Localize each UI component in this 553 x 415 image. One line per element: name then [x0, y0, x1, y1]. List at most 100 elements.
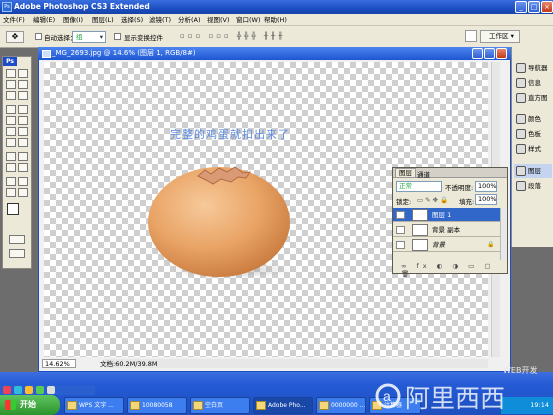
healing-brush-icon[interactable] — [6, 105, 16, 114]
auto-select-dropdown[interactable]: 组 ▾ — [72, 31, 106, 43]
quick-launch-icon[interactable] — [36, 386, 44, 394]
dodge-tool-icon[interactable] — [18, 138, 28, 147]
auto-select-checkbox[interactable] — [35, 33, 42, 40]
task-label: 空白页 — [205, 402, 224, 409]
opacity-input[interactable]: 100% — [475, 181, 497, 192]
doc-maximize-button[interactable] — [484, 48, 495, 59]
minimize-button[interactable]: _ — [515, 1, 527, 13]
app-logo-icon: Ps — [2, 2, 12, 12]
menu-analysis[interactable]: 分析(A) — [178, 14, 201, 26]
clone-stamp-icon[interactable] — [6, 116, 16, 125]
zoom-level[interactable]: 14.62% — [42, 359, 76, 368]
type-tool-icon[interactable] — [18, 152, 28, 161]
dock-histogram[interactable]: 直方图 — [514, 91, 552, 105]
quick-launch-icon[interactable] — [47, 386, 55, 394]
dock-swatches[interactable]: 色板 — [514, 127, 552, 141]
align-buttons-group[interactable]: ▫▫▫ ▫▫▫ ╬╬╬ ╫╫╫ — [180, 32, 330, 42]
lasso-tool-icon[interactable] — [6, 80, 16, 89]
blend-mode-select[interactable]: 正常 — [396, 181, 442, 192]
chevron-down-icon: ▾ — [99, 33, 103, 41]
history-brush-icon[interactable] — [18, 116, 28, 125]
windows-logo-icon — [5, 400, 16, 410]
task-wps[interactable]: WPS 文字 ... — [64, 397, 124, 414]
menu-edit[interactable]: 编辑(E) — [33, 14, 55, 26]
show-transform-checkbox[interactable] — [114, 33, 121, 40]
dock-styles-label: 样式 — [528, 145, 541, 153]
marquee-tool-icon[interactable] — [6, 69, 16, 78]
watermark-tag: WEB开发 — [503, 365, 537, 375]
menu-select[interactable]: 选择(S) — [121, 14, 143, 26]
eraser-tool-icon[interactable] — [6, 127, 16, 136]
quick-launch-icon[interactable] — [14, 386, 22, 394]
gradient-tool-icon[interactable] — [18, 127, 28, 136]
layer-row-layer1[interactable]: 图层 1 — [393, 208, 500, 222]
menu-view[interactable]: 视图(V) — [207, 14, 230, 26]
info-icon — [516, 78, 526, 88]
menu-layer[interactable]: 图层(L) — [92, 14, 114, 26]
start-button[interactable]: 开始 — [0, 395, 60, 415]
photoshop-icon — [256, 401, 266, 410]
zoom-tool-icon[interactable] — [18, 188, 28, 197]
task-photoshop[interactable]: Adobe Pho... — [253, 397, 313, 414]
layer-row-background[interactable]: 背景 🔒 — [393, 238, 500, 252]
pen-tool-icon[interactable] — [6, 163, 16, 172]
quick-mask-icon[interactable] — [9, 235, 25, 244]
dock-navigator[interactable]: 导航器 — [514, 61, 552, 75]
workspace-button[interactable]: 工作区 ▾ — [480, 30, 520, 43]
menu-filter[interactable]: 滤镜(T) — [149, 14, 171, 26]
lock-buttons[interactable]: ▭✎✥🔒 — [417, 196, 451, 205]
blur-tool-icon[interactable] — [6, 138, 16, 147]
menu-file[interactable]: 文件(F) — [3, 14, 25, 26]
tab-layers[interactable]: 图层 — [395, 168, 416, 178]
close-button[interactable]: × — [541, 1, 553, 13]
menu-image[interactable]: 图像(I) — [63, 14, 83, 26]
layer-action-buttons[interactable]: ∞ fx ◐ ◑ ▭ ▢ 🗑 — [401, 262, 501, 278]
doc-close-button[interactable] — [496, 48, 507, 59]
lock-label: 锁定: — [396, 198, 412, 206]
dock-layers[interactable]: 图层 — [514, 164, 552, 178]
dock-styles[interactable]: 样式 — [514, 142, 552, 156]
bridge-icon[interactable] — [465, 30, 477, 42]
task-other[interactable]: 0000000 ... — [316, 397, 366, 414]
blend-mode-value: 正常 — [399, 182, 412, 190]
eye-icon[interactable] — [396, 226, 405, 234]
path-select-icon[interactable] — [6, 152, 16, 161]
layer-thumbnail — [412, 224, 428, 236]
eye-icon[interactable] — [396, 241, 405, 249]
task-folder[interactable]: 10080058 — [127, 397, 187, 414]
layers-panel: 图层 通道 正常 不透明度: 100% 锁定: ▭✎✥🔒 填充: 100% 图层… — [392, 167, 508, 278]
eye-icon[interactable] — [396, 211, 405, 219]
foreground-color-swatch[interactable] — [7, 203, 19, 215]
crop-tool-icon[interactable] — [6, 91, 16, 100]
magic-wand-icon[interactable] — [18, 80, 28, 89]
title-bar: Adobe Photoshop CS3 Extended — [0, 0, 553, 14]
fill-input[interactable]: 100% — [475, 194, 497, 205]
quick-launch-icon[interactable] — [3, 386, 11, 394]
brush-tool-icon[interactable] — [18, 105, 28, 114]
doc-minimize-button[interactable] — [472, 48, 483, 59]
move-tool-preset-icon[interactable]: ✥ — [6, 31, 24, 43]
start-label: 开始 — [20, 400, 36, 409]
eyedropper-icon[interactable] — [18, 177, 28, 186]
menu-bar: 文件(F) 编辑(E) 图像(I) 图层(L) 选择(S) 滤镜(T) 分析(A… — [0, 14, 553, 26]
maximize-button[interactable]: □ — [528, 1, 540, 13]
quick-launch-icon[interactable] — [25, 386, 33, 394]
slice-tool-icon[interactable] — [18, 91, 28, 100]
layer-row-background-copy[interactable]: 背景 副本 — [393, 223, 500, 237]
screen-mode-icon[interactable] — [9, 249, 25, 258]
menu-help[interactable]: 帮助(H) — [264, 14, 287, 26]
dock-color[interactable]: 颜色 — [514, 112, 552, 126]
task-label: WPS 文字 ... — [79, 402, 114, 409]
move-tool-icon[interactable] — [18, 69, 28, 78]
task-browser[interactable]: 空白页 — [190, 397, 250, 414]
shape-tool-icon[interactable] — [18, 163, 28, 172]
notes-tool-icon[interactable] — [6, 177, 16, 186]
hand-tool-icon[interactable] — [6, 188, 16, 197]
tab-channels[interactable]: 通道 — [417, 169, 430, 179]
dock-info[interactable]: 信息 — [514, 76, 552, 90]
dock-paragraph[interactable]: 段落 — [514, 179, 552, 193]
menu-window[interactable]: 窗口(W) — [236, 14, 261, 26]
quick-launch-bar — [0, 385, 95, 395]
toolbox — [2, 56, 32, 269]
layers-scrollbar[interactable] — [500, 208, 507, 260]
